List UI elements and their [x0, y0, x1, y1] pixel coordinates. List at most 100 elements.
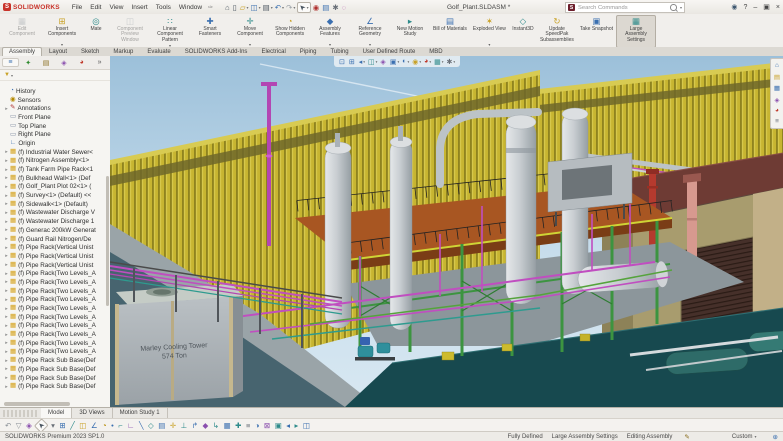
- tree-item[interactable]: ▸ (f) Nitrogen Assembly<1>: [0, 157, 110, 166]
- tree-vertical-scrollbar[interactable]: [106, 176, 109, 306]
- toolbar-icon[interactable]: ▽: [16, 421, 22, 430]
- view-toolbar-button[interactable]: ◫ ▾: [368, 58, 377, 66]
- view-toolbar-button[interactable]: ✱ ▾: [446, 58, 455, 66]
- quick-access-button[interactable]: ✱: [332, 3, 339, 12]
- command-tab[interactable]: Sketch: [74, 47, 106, 56]
- expand-arrow-icon[interactable]: ▸: [3, 332, 10, 338]
- view-toolbar-button[interactable]: ⊞: [349, 58, 356, 66]
- ribbon-button[interactable]: ✶ Exploded View ▾: [470, 15, 509, 48]
- expand-arrow-icon[interactable]: ▸: [3, 297, 10, 303]
- ribbon-button[interactable]: ▦ Large Assembly Settings: [616, 15, 656, 48]
- panel-tab-icon[interactable]: ▤: [38, 58, 55, 68]
- tree-item[interactable]: ▸ Annotations: [0, 104, 110, 113]
- view-toolbar-button[interactable]: ▣ ▾: [390, 58, 399, 66]
- window-control-button[interactable]: ▣: [763, 3, 770, 11]
- ribbon-button[interactable]: ⊞ Insert Components ▾: [42, 15, 82, 48]
- view-toolbar-button[interactable]: ◕ ▾: [424, 58, 431, 65]
- toolbar-icon[interactable]: ◈: [26, 421, 32, 430]
- expand-arrow-icon[interactable]: ▸: [3, 366, 10, 372]
- ribbon-button[interactable]: ∷ Linear Component Pattern ▾: [150, 15, 190, 48]
- command-tab[interactable]: Assembly: [2, 47, 43, 56]
- tree-item[interactable]: Sensors: [0, 96, 110, 105]
- expand-arrow-icon[interactable]: ▸: [3, 306, 10, 312]
- command-tab[interactable]: Evaluate: [140, 47, 177, 56]
- expand-arrow-icon[interactable]: ▸: [3, 288, 10, 294]
- window-control-button[interactable]: ×: [776, 4, 780, 11]
- ribbon-button[interactable]: ◇ Instant3D: [509, 15, 537, 48]
- graphics-viewport[interactable]: Marley Cooling Tower 574 Ton ⊡ ⊞ ◂ ▾ ◫ ▾…: [110, 56, 783, 407]
- toolbar-icon[interactable]: ◂: [286, 421, 290, 430]
- tree-item[interactable]: ▸ (f) Wastewater Discharge V: [0, 209, 110, 218]
- ribbon-button[interactable]: ◎ Mate: [82, 15, 110, 48]
- tree-item[interactable]: ▸ (f) Pipe Rack(Two Levels_A: [0, 296, 110, 305]
- expand-arrow-icon[interactable]: ▸: [3, 210, 10, 216]
- toolbar-icon[interactable]: ⊥: [181, 421, 188, 430]
- tree-item[interactable]: ▸ (f) Pipe Rack(Two Levels_A: [0, 287, 110, 296]
- panel-tab-icon[interactable]: ≡: [2, 58, 19, 67]
- toolbar-icon[interactable]: ▾: [51, 421, 55, 430]
- task-pane-tab-icon[interactable]: ≡: [775, 118, 779, 125]
- expand-arrow-icon[interactable]: ▸: [3, 262, 10, 268]
- expand-arrow-icon[interactable]: ▸: [3, 349, 10, 355]
- tree-item[interactable]: ▸ (f) Pipe Rack Sub Base(Def: [0, 356, 110, 365]
- expand-arrow-icon[interactable]: ▸: [3, 245, 10, 251]
- task-pane-tab-icon[interactable]: ◕: [775, 107, 779, 114]
- tree-filter-row[interactable]: ▼ ▾: [0, 70, 110, 81]
- command-tab[interactable]: SOLIDWORKS Add-Ins: [178, 47, 255, 56]
- view-toolbar-button[interactable]: ◐ ▾: [402, 58, 409, 65]
- tree-horizontal-scrollbar[interactable]: [4, 402, 70, 406]
- search-dropdown-icon[interactable]: ▾: [680, 5, 682, 10]
- filter-funnel-icon[interactable]: ▼: [4, 72, 10, 78]
- tree-item[interactable]: ▸ (f) Wastewater Discharge 1: [0, 217, 110, 226]
- tree-item[interactable]: ▸ (f) Survey<1> (Default) <<: [0, 191, 110, 200]
- panel-tab-icon[interactable]: »: [91, 58, 108, 67]
- toolbar-icon[interactable]: ◔: [102, 421, 107, 430]
- panel-tab-icon[interactable]: ✦: [20, 58, 37, 68]
- ribbon-button[interactable]: ▤ Bill of Materials: [430, 15, 470, 48]
- toolbar-icon[interactable]: ↳: [213, 421, 219, 430]
- expand-arrow-icon[interactable]: ▸: [3, 323, 10, 329]
- toolbar-icon[interactable]: ⊞: [59, 421, 65, 430]
- task-pane-tab-icon[interactable]: ⌂: [775, 62, 779, 69]
- ribbon-button[interactable]: ✚ Smart Fasteners: [190, 15, 230, 48]
- pin-menu-icon[interactable]: ✑: [208, 4, 213, 11]
- quick-access-button[interactable]: ⌂: [225, 3, 231, 12]
- expand-arrow-icon[interactable]: ▸: [3, 227, 10, 233]
- tree-item[interactable]: Origin: [0, 139, 110, 148]
- ribbon-button[interactable]: ✛ Move Component ▾: [230, 15, 270, 48]
- ribbon-button[interactable]: ▦ Edit Component: [2, 15, 42, 48]
- menu-item[interactable]: File: [68, 4, 86, 11]
- toolbar-icon[interactable]: •: [111, 421, 114, 430]
- command-tab[interactable]: Layout: [42, 47, 74, 56]
- expand-arrow-icon[interactable]: ▸: [3, 384, 10, 390]
- quick-access-button[interactable]: ▤ ▾: [263, 3, 273, 12]
- cooling-tower[interactable]: Marley Cooling Tower 574 Ton: [115, 284, 243, 405]
- tree-item[interactable]: Top Plane: [0, 122, 110, 131]
- plant-3d-scene[interactable]: Marley Cooling Tower 574 Ton: [110, 56, 783, 407]
- quick-access-button[interactable]: ↶ ▾: [275, 3, 284, 12]
- expand-arrow-icon[interactable]: ▸: [3, 279, 10, 285]
- task-pane-tab-icon[interactable]: ▤: [774, 73, 780, 81]
- expand-arrow-icon[interactable]: ▸: [3, 314, 10, 320]
- quick-access-button[interactable]: ▤: [322, 3, 330, 12]
- tree-item[interactable]: ▸ (f) Pipe Rack Sub Base(Def: [0, 365, 110, 374]
- toolbar-icon[interactable]: ◇: [148, 421, 154, 430]
- toolbar-icon[interactable]: ⊠: [264, 421, 270, 430]
- toolbar-icon[interactable]: ◫: [303, 421, 310, 430]
- toolbar-icon[interactable]: ◫: [79, 421, 86, 430]
- tree-item[interactable]: History: [0, 87, 110, 96]
- tree-item[interactable]: Front Plane: [0, 113, 110, 122]
- tree-item[interactable]: ▸ (f) Pipe Rack(Two Levels_A: [0, 313, 110, 322]
- view-toolbar-button[interactable]: ◉ ▾: [412, 58, 421, 66]
- panel-tab-icon[interactable]: ◈: [55, 58, 72, 68]
- tree-item[interactable]: ▸ (f) Sidewalk<1> (Default): [0, 200, 110, 209]
- toolbar-icon[interactable]: ▣: [275, 421, 282, 430]
- toolbar-icon[interactable]: ↶: [5, 421, 11, 430]
- toolbar-icon[interactable]: ▤: [158, 421, 165, 430]
- ribbon-button[interactable]: ◆ Assembly Features ▾: [310, 15, 350, 48]
- expand-arrow-icon[interactable]: ▸: [3, 149, 10, 155]
- expand-arrow-icon[interactable]: ▸: [3, 271, 10, 277]
- quick-access-button[interactable]: ➤ ▾: [297, 1, 311, 13]
- tree-item[interactable]: ▸ (f) Industrial Water Sewer<: [0, 148, 110, 157]
- expand-arrow-icon[interactable]: ▸: [3, 167, 10, 173]
